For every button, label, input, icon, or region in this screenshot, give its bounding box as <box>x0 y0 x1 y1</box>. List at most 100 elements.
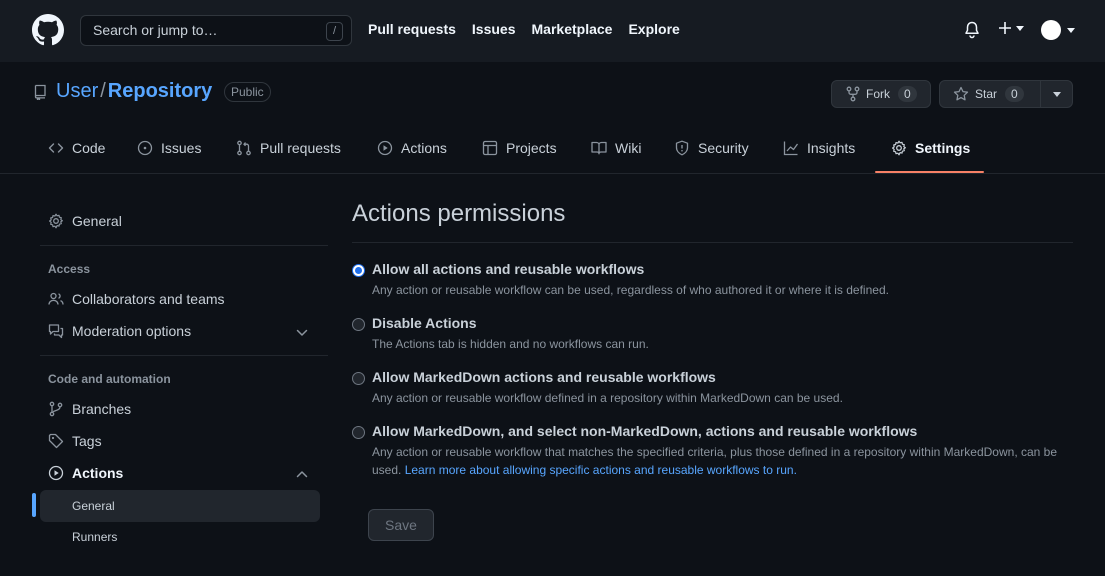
option-description: Any action or reusable workflow can be u… <box>372 283 889 297</box>
tab-settings-label: Settings <box>915 140 971 156</box>
star-count: 0 <box>1005 86 1024 102</box>
fork-label: Fork <box>866 87 890 101</box>
nav-issues[interactable]: Issues <box>472 21 516 37</box>
fork-button[interactable]: Fork 0 <box>831 80 931 108</box>
repo-name-link[interactable]: Repository <box>108 80 212 102</box>
graph-icon <box>783 141 799 156</box>
sidebar-item-label: Moderation options <box>72 323 192 339</box>
people-icon <box>48 292 64 305</box>
sidebar-divider <box>40 355 328 356</box>
learn-more-link[interactable]: Learn more about allowing specific actio… <box>405 463 797 477</box>
tab-security[interactable]: Security <box>674 122 749 174</box>
gear-icon <box>49 213 63 229</box>
sidebar-subitem-general[interactable]: General <box>40 490 320 522</box>
star-list-dropdown[interactable] <box>1041 91 1072 97</box>
option-description: Any action or reusable workflow that mat… <box>372 443 1072 479</box>
tab-issues[interactable]: Issues <box>137 122 201 174</box>
tab-issues-label: Issues <box>161 140 202 156</box>
option-label: Allow MarkedDown, and select non-MarkedD… <box>372 423 918 439</box>
plus-icon <box>999 22 1011 34</box>
sidebar-subitem-runners[interactable]: Runners <box>40 521 320 553</box>
sidebar-item-moderation[interactable]: Moderation options <box>48 323 191 339</box>
github-logo-icon[interactable] <box>32 14 64 46</box>
option-label: Disable Actions <box>372 315 477 331</box>
chevron-down-icon[interactable] <box>296 329 308 337</box>
caret-down-icon <box>1067 27 1075 33</box>
nav-pull-requests[interactable]: Pull requests <box>368 21 456 37</box>
tag-icon <box>48 433 64 449</box>
sidebar-item-label: Collaborators and teams <box>72 291 225 307</box>
repo-icon <box>32 84 48 100</box>
search-input[interactable]: Search or jump to… / <box>80 15 352 46</box>
tab-insights-label: Insights <box>807 140 856 156</box>
save-button[interactable]: Save <box>368 509 434 541</box>
option-description: Any action or reusable workflow defined … <box>372 391 843 405</box>
star-icon <box>953 86 969 101</box>
issue-opened-icon <box>137 140 153 156</box>
play-icon <box>377 140 393 156</box>
tab-code-label: Code <box>72 140 106 156</box>
tab-wiki-label: Wiki <box>615 140 642 156</box>
star-button-group: Star 0 <box>939 80 1073 108</box>
sidebar-heading-code-automation: Code and automation <box>48 372 171 386</box>
active-tab-indicator <box>875 171 984 173</box>
title-divider <box>352 242 1073 243</box>
option-label: Allow all actions and reusable workflows <box>372 261 645 277</box>
create-new-button[interactable] <box>998 21 1024 35</box>
repo-owner-link[interactable]: User <box>56 80 98 102</box>
comment-discussion-icon <box>48 324 64 339</box>
repo-tabs: Code Issues Pull requests Actions Projec… <box>0 122 1105 174</box>
tab-wiki[interactable]: Wiki <box>591 122 641 174</box>
tab-projects-label: Projects <box>506 140 557 156</box>
caret-down-icon <box>1052 91 1061 97</box>
tab-pull-requests[interactable]: Pull requests <box>236 122 341 174</box>
git-branch-icon <box>49 401 63 417</box>
star-label: Star <box>975 87 998 101</box>
git-pull-request-icon <box>237 140 251 156</box>
tab-settings[interactable]: Settings <box>891 122 970 174</box>
bell-icon[interactable] <box>964 21 980 39</box>
search-placeholder: Search or jump to… <box>93 22 218 38</box>
chevron-up-icon[interactable] <box>296 470 308 478</box>
tab-pull-requests-label: Pull requests <box>260 140 341 156</box>
sidebar-item-label: Branches <box>72 401 132 417</box>
tab-security-label: Security <box>698 140 749 156</box>
gear-icon <box>892 140 906 156</box>
repo-title: User / Repository <box>56 80 212 103</box>
code-icon <box>48 143 64 153</box>
table-icon <box>482 140 498 156</box>
nav-explore[interactable]: Explore <box>628 21 679 37</box>
active-item-indicator <box>32 493 36 517</box>
option-description: The Actions tab is hidden and no workflo… <box>372 337 649 351</box>
sidebar-divider <box>40 245 328 246</box>
shield-icon <box>675 140 689 156</box>
sidebar-item-general[interactable]: General <box>48 213 122 229</box>
play-icon <box>48 465 64 481</box>
sidebar-item-tags[interactable]: Tags <box>48 433 102 449</box>
radio-disable[interactable] <box>352 318 365 331</box>
option-label: Allow MarkedDown actions and reusable wo… <box>372 369 716 385</box>
search-shortcut-key: / <box>326 22 343 41</box>
sidebar-item-collaborators[interactable]: Collaborators and teams <box>48 291 225 307</box>
book-icon <box>591 141 607 155</box>
tab-actions[interactable]: Actions <box>377 122 447 174</box>
tab-actions-label: Actions <box>401 140 447 156</box>
sidebar-item-label: Tags <box>72 433 102 449</box>
top-header: Search or jump to… / Pull requests Issue… <box>0 0 1105 62</box>
caret-down-icon <box>1016 25 1024 31</box>
radio-allow-org[interactable] <box>352 372 365 385</box>
star-button[interactable]: Star 0 <box>940 81 1041 107</box>
radio-allow-all[interactable] <box>352 264 365 277</box>
user-menu[interactable] <box>1041 20 1075 40</box>
sidebar-heading-access: Access <box>48 262 91 276</box>
sidebar-item-actions[interactable]: Actions <box>48 465 123 481</box>
sidebar-item-branches[interactable]: Branches <box>48 401 131 417</box>
sidebar-item-label: General <box>72 213 122 229</box>
tab-code[interactable]: Code <box>48 122 105 174</box>
tab-insights[interactable]: Insights <box>783 122 855 174</box>
avatar <box>1041 20 1061 40</box>
radio-allow-select[interactable] <box>352 426 365 439</box>
nav-marketplace[interactable]: Marketplace <box>532 21 613 37</box>
top-nav: Pull requests Issues Marketplace Explore <box>368 21 680 37</box>
tab-projects[interactable]: Projects <box>482 122 557 174</box>
